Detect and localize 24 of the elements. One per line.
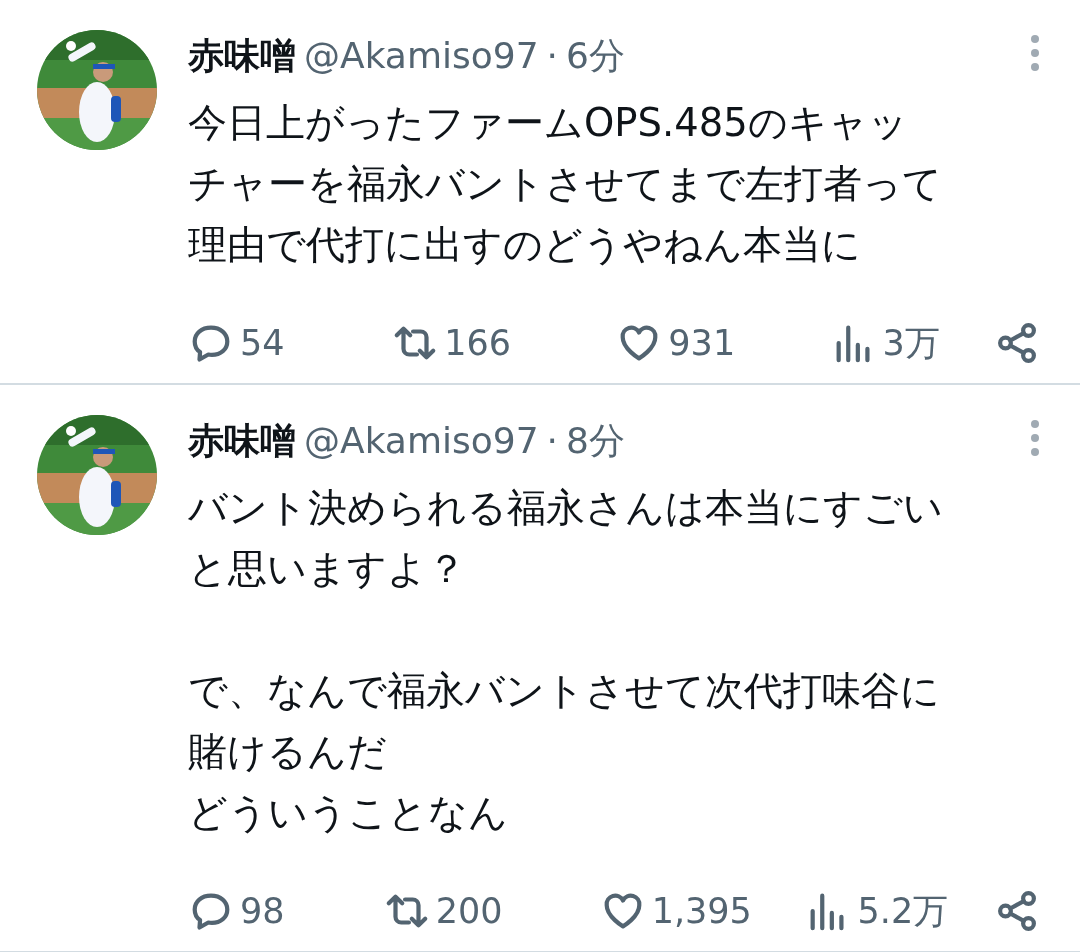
user-handle[interactable]: @Akamiso97 [304,411,539,471]
like-count: 1,395 [651,889,752,933]
tweet-text-line: バント決められる福永さんは本当にすごい [188,484,944,532]
tweet-text-line: 今日上がったファームOPS.485のキャッ [188,99,909,147]
view-count: 5.2万 [857,889,949,933]
display-name[interactable]: 赤味噌 [188,411,296,471]
reply-count: 98 [240,889,285,933]
retweet-count: 166 [444,321,511,365]
user-handle[interactable]: @Akamiso97 [304,26,539,86]
view-count: 3万 [882,321,940,365]
separator-dot: · [546,34,558,78]
tweet-text-line: 理由で代打に出すのどうやねん本当に [188,221,862,269]
tweet-text-line: で、なんで福永バントさせて次代打味谷に [188,667,941,715]
display-name[interactable]: 赤味噌 [188,26,296,86]
retweet-count: 200 [435,889,503,933]
separator-dot: · [546,419,558,463]
tweet-text-line: 賭けるんだ [188,728,388,776]
tweet-text-line: チャーを福永バントさせてまで左打者って [188,160,943,208]
timestamp[interactable]: 8分 [566,411,625,471]
reply-count: 54 [240,321,285,365]
tweet-text-line: と思いますよ？ [188,545,467,593]
like-count: 931 [668,321,736,365]
tweet-text-line: どういうことなん [188,789,509,837]
timestamp[interactable]: 6分 [566,26,625,86]
